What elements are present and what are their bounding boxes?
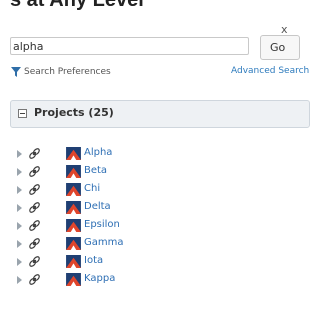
advanced-search-link[interactable]: Advanced Search [231, 66, 309, 76]
project-name[interactable]: Beta [84, 165, 107, 176]
link-chain-icon[interactable] [27, 236, 42, 251]
project-icon [66, 219, 81, 232]
expand-triangle-icon[interactable] [17, 204, 22, 212]
project-name[interactable]: Kappa [84, 273, 115, 284]
project-row[interactable]: Epsilon [0, 217, 293, 235]
search-preferences-label: Search Preferences [24, 67, 111, 77]
collapse-minus-icon[interactable] [18, 109, 27, 118]
project-row[interactable]: Kappa [0, 271, 293, 289]
search-input[interactable] [10, 37, 249, 55]
link-chain-icon[interactable] [27, 272, 42, 287]
link-chain-icon[interactable] [27, 200, 42, 215]
project-icon [66, 273, 81, 286]
project-icon [66, 237, 81, 250]
filter-funnel-icon [11, 67, 21, 77]
go-button[interactable]: Go [260, 35, 300, 60]
expand-triangle-icon[interactable] [17, 186, 22, 194]
link-chain-icon[interactable] [27, 218, 42, 233]
project-name[interactable]: Alpha [84, 147, 112, 158]
expand-triangle-icon[interactable] [17, 276, 22, 284]
link-chain-icon[interactable] [27, 164, 42, 179]
project-row[interactable]: Delta [0, 199, 293, 217]
project-icon [66, 147, 81, 160]
projects-panel-header[interactable]: Projects (25) [10, 100, 310, 128]
project-name[interactable]: Chi [84, 183, 100, 194]
project-row[interactable]: Chi [0, 181, 293, 199]
projects-panel-title: Projects (25) [34, 106, 114, 119]
project-icon [66, 165, 81, 178]
link-chain-icon[interactable] [27, 254, 42, 269]
link-chain-icon[interactable] [27, 182, 42, 197]
expand-triangle-icon[interactable] [17, 258, 22, 266]
project-row[interactable]: Gamma [0, 235, 293, 253]
project-name[interactable]: Iota [84, 255, 103, 266]
search-preferences-link[interactable]: Search Preferences [11, 67, 111, 77]
project-icon [66, 183, 81, 196]
project-row[interactable]: Beta [0, 163, 293, 181]
expand-triangle-icon[interactable] [17, 240, 22, 248]
project-icon [66, 255, 81, 268]
project-row[interactable]: Iota [0, 253, 293, 271]
project-name[interactable]: Epsilon [84, 219, 120, 230]
link-chain-icon[interactable] [27, 146, 42, 161]
expand-triangle-icon[interactable] [17, 150, 22, 158]
project-row[interactable]: Alpha [0, 145, 293, 163]
project-icon [66, 201, 81, 214]
page-heading: s at Any Level [10, 0, 144, 11]
project-name[interactable]: Delta [84, 201, 111, 212]
expand-triangle-icon[interactable] [17, 222, 22, 230]
expand-triangle-icon[interactable] [17, 168, 22, 176]
project-name[interactable]: Gamma [84, 237, 124, 248]
